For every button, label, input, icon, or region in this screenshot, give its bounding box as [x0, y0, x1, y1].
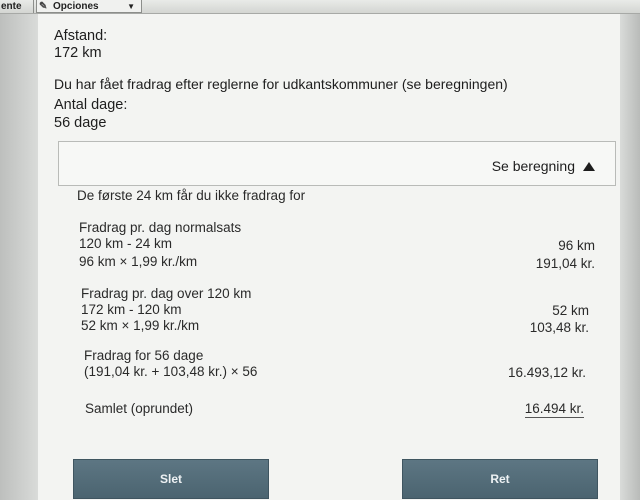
right-margin [620, 14, 640, 500]
edit-button[interactable]: Ret [402, 459, 598, 499]
pencil-icon: ✎ [39, 1, 48, 12]
distance-value: 172 km [54, 45, 102, 61]
chevron-down-icon: ▼ [127, 2, 135, 11]
see-calculation-label: Se beregning [491, 158, 575, 174]
normal-line1-value: 96 km [558, 238, 595, 253]
over120-heading: Fradrag pr. dag over 120 km [81, 286, 252, 301]
total-label: Samlet (oprundet) [85, 401, 194, 416]
days-calc-heading: Fradrag for 56 dage [84, 348, 204, 363]
normal-line2-value: 191,04 kr. [535, 256, 595, 271]
over120-line2-value: 103,48 kr. [529, 320, 589, 335]
over120-line2-text: 52 km × 1,99 kr./km [81, 318, 200, 333]
normal-heading: Fradrag pr. dag normalsats [79, 220, 242, 235]
delete-button[interactable]: Slet [73, 459, 269, 499]
left-margin [0, 14, 38, 500]
deduction-notice: Du har fået fradrag efter reglerne for u… [54, 76, 508, 92]
days-calc-value: 16.493,12 kr. [507, 365, 586, 380]
options-label: Opciones [53, 1, 99, 12]
distance-label: Afstand: [54, 28, 108, 44]
calc-intro: De første 24 km får du ikke fradrag for [77, 188, 306, 203]
normal-line2-text: 96 km × 1,99 kr./km [79, 254, 198, 269]
over120-line1-text: 172 km - 120 km [81, 302, 182, 317]
days-calc-text: (191,04 kr. + 103,48 kr.) × 56 [84, 364, 258, 379]
days-value: 56 dage [54, 115, 107, 131]
calculation-header: Se beregning [58, 141, 616, 186]
toolbar: ente ✎ Opciones ▼ [0, 0, 640, 14]
toolbar-left-item[interactable]: ente [0, 0, 34, 13]
days-label: Antal dage: [54, 97, 128, 113]
see-calculation-toggle[interactable]: Se beregning [492, 158, 595, 174]
normal-line1-text: 120 km - 24 km [79, 236, 173, 251]
total-value: 16.494 kr. [524, 401, 584, 418]
options-menu[interactable]: ✎ Opciones ▼ [36, 0, 142, 13]
collapse-triangle-icon [583, 161, 595, 171]
over120-line1-value: 52 km [552, 303, 589, 318]
